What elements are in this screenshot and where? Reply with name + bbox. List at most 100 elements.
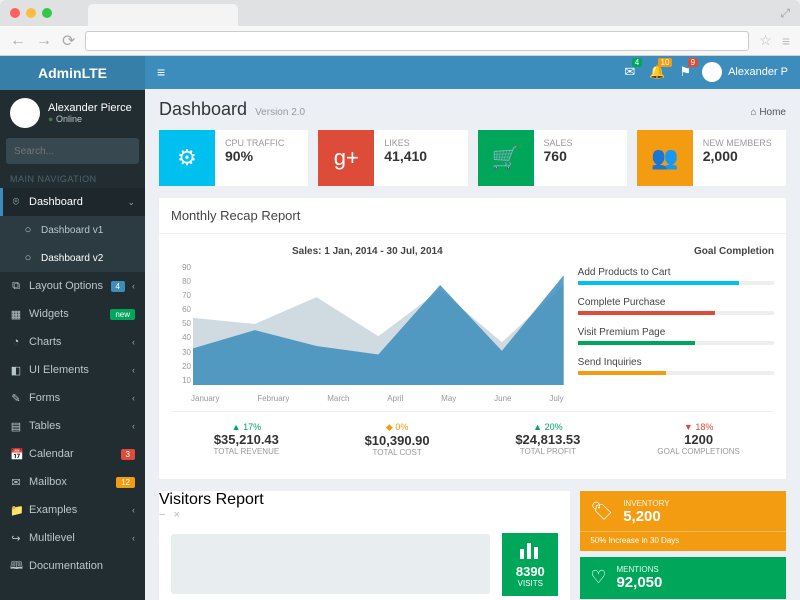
nav-label: UI Elements bbox=[29, 364, 125, 376]
nav-icon: ▦ bbox=[10, 308, 22, 321]
kpi-total-revenue: ▲ 17%$35,210.43TOTAL REVENUE bbox=[171, 412, 322, 467]
bell-icon[interactable]: 🔔10 bbox=[649, 64, 665, 80]
sidebar-item-mailbox[interactable]: ✉Mailbox12 bbox=[0, 468, 145, 496]
stat-label: SALES bbox=[544, 138, 573, 148]
stat-icon: 🛒 bbox=[478, 130, 534, 186]
goals-header: Goal Completion bbox=[578, 246, 774, 257]
stat-likes[interactable]: g+LIKES41,410 bbox=[318, 130, 467, 186]
nav-label: Forms bbox=[29, 392, 125, 404]
nav-icon: 📅 bbox=[10, 448, 22, 461]
nav-label: Mailbox bbox=[29, 476, 109, 488]
card-mentions[interactable]: ♡MENTIONS92,050 bbox=[580, 557, 786, 599]
nav-label: Charts bbox=[29, 336, 125, 348]
sales-chart: 908070605040302010 JanuaryFebruaryMarchA… bbox=[171, 263, 564, 403]
avatar bbox=[10, 98, 40, 128]
sidebar-item-charts[interactable]: ◔Charts‹ bbox=[0, 328, 145, 356]
page-title: Dashboard bbox=[159, 99, 247, 120]
nav-label: Dashboard v1 bbox=[41, 225, 135, 236]
back-icon[interactable]: ← bbox=[10, 32, 26, 50]
hamburger-icon[interactable]: ≡ bbox=[782, 33, 790, 49]
user-status: ● Online bbox=[48, 114, 132, 124]
nav-badge: new bbox=[110, 309, 135, 320]
sidebar-item-widgets[interactable]: ▦ Widgets new bbox=[0, 300, 145, 328]
collapse-icon[interactable]: − bbox=[159, 509, 165, 521]
nav-badge: 4 bbox=[111, 281, 125, 292]
stat-new-members[interactable]: 👥 NEW MEMBERS2,000 bbox=[637, 130, 786, 186]
browser-tab[interactable] bbox=[88, 4, 238, 26]
sidebar-item-calendar[interactable]: 📅Calendar3 bbox=[0, 440, 145, 468]
chevron-icon: ‹ bbox=[132, 281, 135, 291]
sidebar-item-dashboard[interactable]: ⌾Dashboard⌄ bbox=[0, 188, 145, 216]
chevron-icon: ‹ bbox=[132, 533, 135, 543]
world-map[interactable] bbox=[171, 534, 490, 594]
sidebar-item-dashboard-v1[interactable]: ○ Dashboard v1 bbox=[0, 216, 145, 244]
mail-icon[interactable]: ✉4 bbox=[624, 64, 635, 80]
goal-complete-purchase: Complete Purchase bbox=[578, 297, 774, 315]
menu-toggle-icon[interactable]: ≡ bbox=[157, 64, 165, 80]
nav-label: Calendar bbox=[29, 448, 114, 460]
sidebar-item-examples[interactable]: 📁Examples‹ bbox=[0, 496, 145, 524]
kpi-total-profit: ▲ 20%$24,813.53TOTAL PROFIT bbox=[473, 412, 624, 467]
forward-icon[interactable]: → bbox=[36, 32, 52, 50]
reload-icon[interactable]: ⟳ bbox=[62, 31, 75, 51]
card-icon: ♡ bbox=[590, 567, 606, 588]
breadcrumb[interactable]: ⌂ Home bbox=[750, 107, 786, 118]
nav-icon: ⧉ bbox=[10, 280, 22, 293]
chevron-icon: ‹ bbox=[132, 393, 135, 403]
nav-label: Documentation bbox=[29, 560, 135, 572]
chart-caption: Sales: 1 Jan, 2014 - 30 Jul, 2014 bbox=[171, 246, 564, 257]
nav-header: MAIN NAVIGATION bbox=[0, 166, 145, 188]
nav-icon: ✎ bbox=[10, 392, 22, 405]
chevron-icon: ‹ bbox=[132, 337, 135, 347]
sidebar-item-forms[interactable]: ✎ Forms ‹ bbox=[0, 384, 145, 412]
nav-label: Dashboard v2 bbox=[41, 253, 135, 264]
sidebar-item-multilevel[interactable]: ↪ Multilevel ‹ bbox=[0, 524, 145, 552]
stat-icon: ⚙ bbox=[159, 130, 215, 186]
user-panel[interactable]: Alexander Pierce ● Online bbox=[0, 90, 145, 136]
nav-label: Widgets bbox=[29, 308, 103, 320]
bookmark-icon[interactable]: ☆ bbox=[759, 32, 772, 49]
goal-add-products-to-cart: Add Products to Cart bbox=[578, 267, 774, 285]
nav-label: Layout Options bbox=[29, 280, 104, 292]
stat-icon: 👥 bbox=[637, 130, 693, 186]
goal-send-inquiries: Send Inquiries bbox=[578, 357, 774, 375]
user-name: Alexander Pierce bbox=[48, 102, 132, 114]
stat-label: CPU TRAFFIC bbox=[225, 138, 284, 148]
page-version: Version 2.0 bbox=[255, 107, 305, 118]
chevron-icon: ‹ bbox=[132, 505, 135, 515]
sidebar-item-ui-elements[interactable]: ◧UI Elements‹ bbox=[0, 356, 145, 384]
card-inventory[interactable]: 🏷INVENTORY5,20050% Increase in 30 Days bbox=[580, 491, 786, 551]
nav-icon: ◧ bbox=[10, 364, 22, 377]
header-username[interactable]: Alexander P bbox=[728, 66, 788, 78]
sidebar-item-tables[interactable]: ▤Tables‹ bbox=[0, 412, 145, 440]
stat-value: 41,410 bbox=[384, 148, 427, 164]
flag-icon[interactable]: ⚑9 bbox=[679, 64, 691, 80]
search-box[interactable]: 🔍 bbox=[6, 138, 139, 164]
nav-icon: ○ bbox=[22, 224, 34, 236]
recap-title: Monthly Recap Report bbox=[171, 208, 300, 223]
stat-value: 760 bbox=[544, 148, 573, 164]
stat-sales[interactable]: 🛒 SALES760 bbox=[478, 130, 627, 186]
url-bar[interactable] bbox=[85, 31, 749, 51]
search-input[interactable] bbox=[14, 146, 146, 157]
stat-value: 2,000 bbox=[703, 148, 772, 164]
nav-icon: ▤ bbox=[10, 420, 22, 433]
brand-logo[interactable]: AdminLTE bbox=[0, 56, 145, 90]
visitors-title: Visitors Report bbox=[159, 491, 264, 508]
nav-icon: 📁 bbox=[10, 504, 22, 517]
close-icon[interactable]: × bbox=[173, 509, 179, 521]
sidebar-item-dashboard-v2[interactable]: ○Dashboard v2 bbox=[0, 244, 145, 272]
sidebar-item-layout-options[interactable]: ⧉ Layout Options 4 ‹ bbox=[0, 272, 145, 300]
stat-label: LIKES bbox=[384, 138, 427, 148]
nav-icon: ✉ bbox=[10, 476, 22, 489]
kpi-total-cost: ◆ 0%$10,390.90TOTAL COST bbox=[322, 412, 473, 467]
expand-icon[interactable]: ⤢ bbox=[780, 6, 790, 21]
stat-label: NEW MEMBERS bbox=[703, 138, 772, 148]
nav-label: Multilevel bbox=[29, 532, 125, 544]
sidebar-item-documentation[interactable]: 🕮Documentation bbox=[0, 552, 145, 580]
header-avatar[interactable] bbox=[702, 62, 722, 82]
nav-icon: ↪ bbox=[10, 532, 22, 545]
chevron-icon: ‹ bbox=[132, 421, 135, 431]
chevron-icon: ⌄ bbox=[127, 197, 135, 208]
stat-cpu-traffic[interactable]: ⚙CPU TRAFFIC90% bbox=[159, 130, 308, 186]
